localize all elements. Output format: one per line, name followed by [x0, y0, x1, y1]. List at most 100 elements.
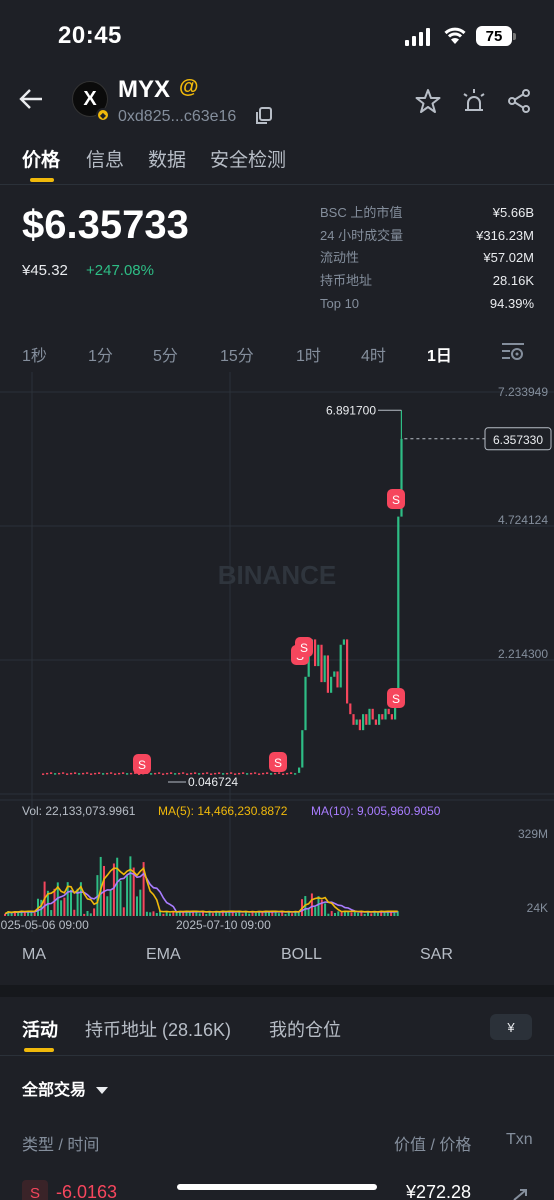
- volume-bar: [334, 912, 336, 916]
- price-candle: [258, 773, 261, 775]
- volume-bar: [291, 913, 294, 916]
- volume-bar: [86, 911, 89, 916]
- price-candle: [374, 719, 377, 725]
- price-candle: [106, 772, 109, 775]
- alpha-badge-icon[interactable]: @: [179, 76, 199, 99]
- interval-1m[interactable]: 1分: [88, 342, 113, 366]
- price-candle: [54, 773, 57, 775]
- price-candle: [278, 772, 281, 774]
- current-price: $6.35733: [22, 203, 189, 247]
- volume-bar: [310, 893, 313, 916]
- tab-data[interactable]: 数据: [148, 145, 186, 172]
- volume-bar: [175, 912, 178, 916]
- volume-bar: [317, 896, 320, 916]
- price-candle: [114, 773, 117, 775]
- volume-bar: [357, 913, 360, 916]
- favorite-star-icon[interactable]: [415, 88, 441, 119]
- tab-holders[interactable]: 持币地址 (28.16K): [85, 1016, 231, 1042]
- sell-marker-label: S: [138, 758, 146, 772]
- binance-watermark: BINANCE: [218, 560, 336, 590]
- price-candle: [362, 714, 365, 731]
- home-indicator: [177, 1184, 377, 1190]
- volume-bar: [73, 909, 76, 916]
- indicator-ema[interactable]: EMA: [146, 946, 181, 964]
- volume-bar: [284, 913, 287, 916]
- price-candle: [230, 772, 233, 774]
- volume-bar: [122, 907, 125, 916]
- price-candle: [238, 772, 241, 775]
- battery-indicator: 75: [476, 26, 516, 46]
- volume-bar: [297, 912, 300, 916]
- price-candle: [218, 772, 221, 774]
- chart-settings-icon[interactable]: [500, 340, 526, 367]
- volume-bar: [211, 913, 214, 916]
- volume-bar: [192, 912, 195, 916]
- price-candle: [70, 772, 73, 775]
- volume-bar: [112, 863, 115, 916]
- trade-filter-dropdown[interactable]: 全部交易: [22, 1076, 86, 1100]
- volume-bar: [277, 913, 280, 916]
- price-candle: [170, 772, 173, 774]
- price-candle: [162, 773, 165, 775]
- y-tick-label: 2.214300: [498, 647, 548, 661]
- indicator-ma[interactable]: MA: [22, 946, 46, 964]
- tab-info[interactable]: 信息: [86, 145, 124, 172]
- price-alert-icon[interactable]: [460, 86, 488, 119]
- price-candle: [274, 772, 277, 775]
- external-link-icon[interactable]: [512, 1188, 530, 1200]
- trade-value: ¥272.28: [406, 1182, 472, 1200]
- price-candle: [46, 772, 49, 775]
- price-candle: [94, 772, 97, 775]
- price-candle: [339, 644, 342, 688]
- price-candle: [82, 772, 85, 775]
- y-tick-label: 4.724124: [498, 513, 548, 527]
- volume-bar: [324, 903, 327, 916]
- price-candle: [355, 719, 358, 725]
- interval-1h[interactable]: 1时: [296, 342, 321, 366]
- price-candle: [349, 703, 352, 715]
- token-name: MYX: [118, 76, 171, 103]
- price-candle: [194, 772, 197, 774]
- interval-1s[interactable]: 1秒: [22, 342, 47, 366]
- high-price-label: 6.891700: [326, 403, 376, 417]
- indicator-sar[interactable]: SAR: [420, 946, 453, 964]
- currency-toggle[interactable]: ¥: [490, 1014, 532, 1040]
- volume-bar: [218, 912, 221, 916]
- volume-bar: [60, 900, 63, 916]
- volume-bar: [205, 913, 208, 916]
- copy-icon[interactable]: [254, 106, 274, 131]
- price-candle: [150, 773, 153, 775]
- chevron-down-icon[interactable]: [96, 1082, 108, 1100]
- interval-4h[interactable]: 4时: [361, 342, 386, 366]
- stat-holders: 持币地址 28.16K: [320, 273, 534, 289]
- col-type-time: 类型 / 时间: [22, 1137, 100, 1154]
- interval-15m[interactable]: 15分: [220, 342, 254, 366]
- tab-activity[interactable]: 活动: [22, 1016, 58, 1042]
- tab-price[interactable]: 价格: [22, 145, 60, 172]
- volume-bar: [271, 912, 274, 916]
- volume-bar: [350, 912, 353, 916]
- price-candle: [62, 772, 65, 774]
- share-icon[interactable]: [506, 88, 532, 119]
- price-candle: [74, 772, 77, 774]
- volume-bar: [119, 880, 122, 916]
- price-candle: [178, 772, 181, 775]
- sell-marker-label: S: [392, 493, 400, 507]
- price-candle: [314, 639, 317, 667]
- x-axis-label: 2025-05-06 09:00: [0, 918, 89, 932]
- interval-1d[interactable]: 1日: [427, 342, 452, 366]
- indicator-boll[interactable]: BOLL: [281, 946, 322, 964]
- volume-bar: [248, 913, 251, 916]
- volume-bar: [241, 913, 244, 916]
- interval-5m[interactable]: 5分: [153, 342, 178, 366]
- tab-my-position[interactable]: 我的仓位: [269, 1016, 341, 1042]
- sell-marker-label: S: [392, 692, 400, 706]
- back-arrow-icon[interactable]: [18, 86, 44, 117]
- price-candle: [118, 772, 121, 775]
- volume-bar: [261, 912, 264, 916]
- price-chart[interactable]: BINANCE 7.233949 4.724124 2.214300 6.357330…: [0, 372, 554, 932]
- price-candle: [110, 772, 113, 774]
- tab-security-check[interactable]: 安全检测: [210, 145, 286, 172]
- volume-bar: [93, 908, 96, 916]
- volume-bar: [198, 913, 201, 916]
